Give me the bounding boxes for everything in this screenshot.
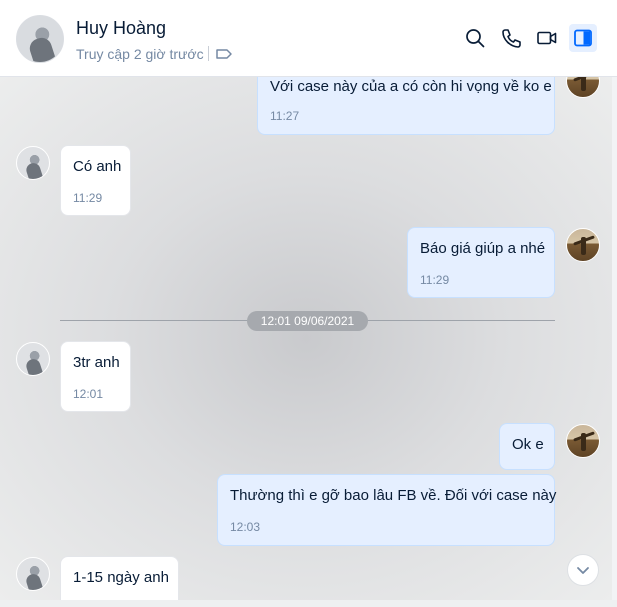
call-button[interactable] [497,24,525,52]
message-text: Báo giá giúp a nhé [420,240,546,257]
contact-avatar-small[interactable] [16,146,50,180]
message-time: 11:27 [270,109,300,123]
composer-edge [0,600,617,607]
incoming-message[interactable]: 3tr anh 12:01 [60,341,131,412]
chevron-down-icon [577,567,589,574]
conversation-info-icon [574,29,592,47]
incoming-message[interactable]: 1-15 ngày anh [60,556,179,600]
outgoing-message[interactable]: Ok e [499,423,555,470]
incoming-message[interactable]: Có anh 11:29 [60,145,131,216]
last-active-status: Truy cập 2 giờ trước [76,46,204,62]
message-text: 1-15 ngày anh [73,569,169,586]
outgoing-message[interactable]: Báo giá giúp a nhé 11:29 [407,227,555,298]
search-icon [466,29,485,48]
contact-avatar-small[interactable] [16,557,50,591]
date-divider: 12:01 09/06/2021 [247,311,368,331]
message-time: 12:01 [73,387,104,401]
search-button[interactable] [461,24,489,52]
message-time: 11:29 [73,191,103,205]
outgoing-message[interactable]: Với case này của a có còn hi vọng về ko … [257,77,555,135]
tag-icon[interactable] [215,45,233,63]
status-separator [208,46,209,61]
video-call-button[interactable] [533,24,561,52]
conversation-info-button[interactable] [569,24,597,52]
contact-name[interactable]: Huy Hoàng [76,18,166,39]
message-text: Ok e [512,436,544,453]
message-text: Với case này của a có còn hi vọng về ko … [270,78,552,95]
phone-icon [502,29,521,48]
message-text: 3tr anh [73,354,120,371]
my-avatar[interactable] [566,77,600,98]
message-list[interactable]: Với case này của a có còn hi vọng về ko … [0,77,612,600]
message-text: Thường thì e gỡ bao lâu FB về. Đối với c… [230,487,557,504]
message-text: Có anh [73,158,122,175]
video-call-icon [537,31,557,45]
scroll-to-bottom-button[interactable] [567,554,599,586]
my-avatar[interactable] [566,228,600,262]
my-avatar[interactable] [566,424,600,458]
message-time: 11:29 [420,273,450,287]
chat-header: Huy Hoàng Truy cập 2 giờ trước [0,0,617,77]
outgoing-message[interactable]: Thường thì e gỡ bao lâu FB về. Đối với c… [217,474,557,546]
message-time: 12:03 [230,520,261,534]
contact-avatar[interactable] [16,15,64,63]
scrollbar-track[interactable] [612,77,617,600]
contact-avatar-small[interactable] [16,342,50,376]
